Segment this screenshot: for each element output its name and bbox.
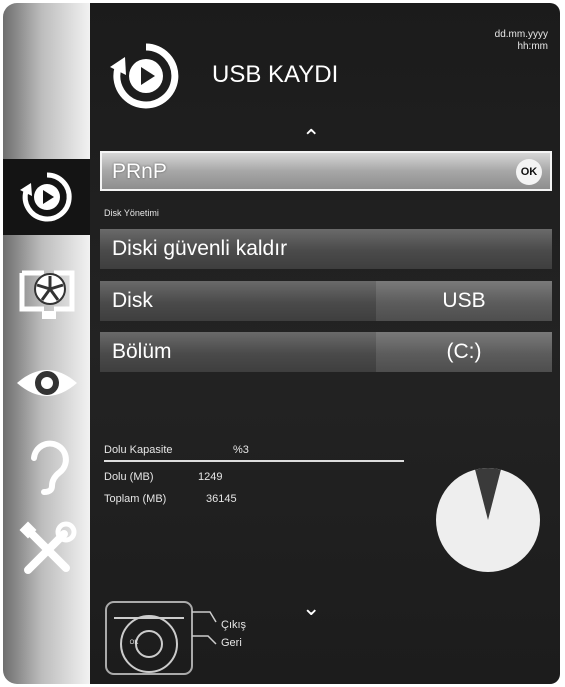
capacity-pie-chart (436, 467, 540, 572)
prnp-menu-item[interactable]: PRnP OK (100, 151, 552, 191)
back-label: Geri (221, 637, 242, 649)
page-title: USB KAYDI (212, 61, 339, 88)
remote-control-icon (105, 601, 217, 675)
sidebar-item-tools[interactable] (3, 513, 90, 589)
safe-remove-label: Diski güvenli kaldır (112, 237, 288, 260)
tv-menu-screen: dd.mm.yyyy hh:mm USB KAYDI ⌃ PRnP OK Dis… (0, 0, 565, 687)
main-panel: dd.mm.yyyy hh:mm USB KAYDI ⌃ PRnP OK Dis… (90, 3, 560, 684)
sidebar (3, 3, 90, 684)
used-label: Dolu (MB) (104, 471, 154, 483)
scroll-down-icon[interactable]: ⌄ (302, 595, 320, 621)
sidebar-item-ear[interactable] (3, 427, 90, 503)
total-value: 36145 (206, 493, 237, 505)
capacity-label: Dolu Kapasite (104, 444, 173, 456)
divider (104, 460, 404, 462)
date-label: dd.mm.yyyy (494, 29, 548, 40)
scroll-up-icon[interactable]: ⌃ (302, 125, 320, 151)
capacity-value: %3 (233, 444, 249, 456)
date-time: dd.mm.yyyy hh:mm (495, 29, 548, 53)
sidebar-item-picture[interactable] (3, 257, 90, 333)
prnp-label: PRnP (112, 160, 167, 183)
picture-settings-icon (19, 270, 74, 319)
sidebar-item-usb-record[interactable] (3, 159, 90, 235)
partition-menu-item[interactable]: Bölüm (C:) (100, 332, 552, 372)
disk-label: Disk (112, 289, 153, 312)
disk-value[interactable]: USB (376, 281, 552, 321)
usb-record-icon (19, 172, 72, 222)
tools-icon (19, 521, 76, 574)
sidebar-item-eye[interactable] (3, 345, 90, 421)
total-label: Toplam (MB) (104, 493, 167, 505)
safe-remove-menu-item[interactable]: Diski güvenli kaldır (100, 229, 552, 269)
usb-record-icon (110, 43, 179, 109)
section-label: Disk Yönetimi (104, 208, 159, 218)
exit-label: Çıkış (221, 619, 247, 631)
partition-label: Bölüm (112, 340, 172, 363)
ear-icon (30, 440, 69, 495)
remote-ok-label: OK (129, 640, 139, 646)
time-label: hh:mm (517, 41, 548, 52)
disk-menu-item[interactable]: Disk USB (100, 281, 552, 321)
ok-button[interactable]: OK (516, 159, 542, 185)
eye-icon (16, 370, 77, 396)
partition-value[interactable]: (C:) (376, 332, 552, 372)
used-value: 1249 (198, 471, 223, 483)
